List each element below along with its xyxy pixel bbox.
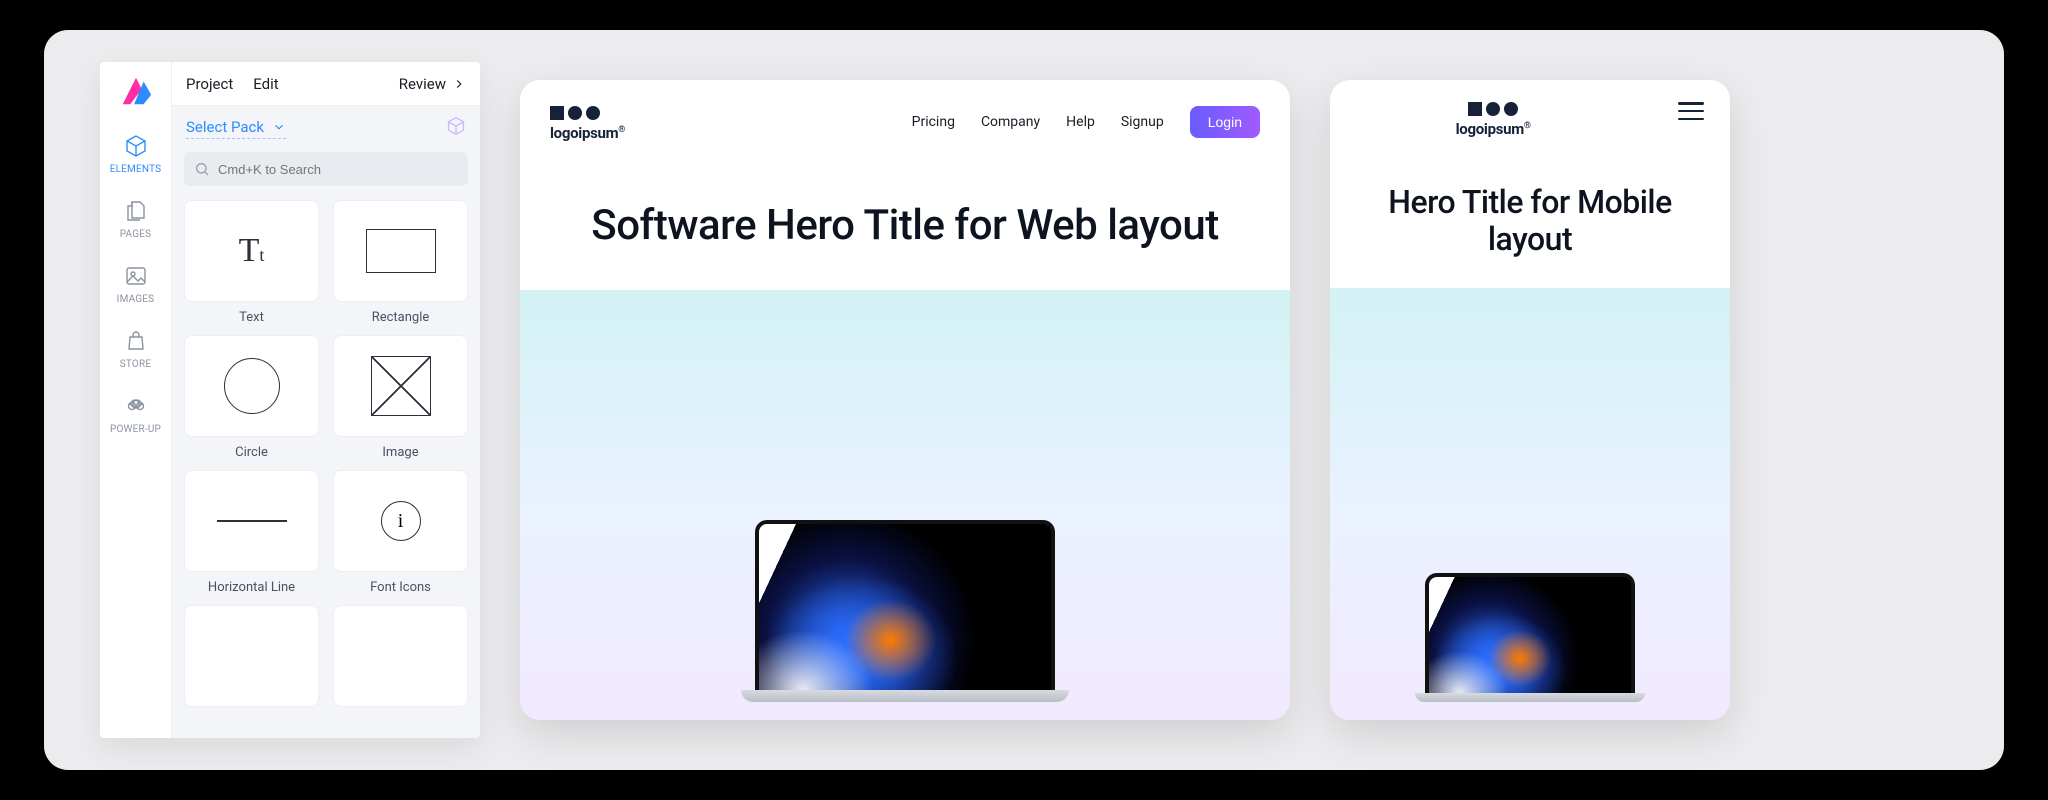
mobile-hero-image bbox=[1330, 288, 1730, 720]
rail-pages[interactable]: PAGES bbox=[100, 187, 171, 252]
web-hero-title: Software Hero Title for Web layout bbox=[520, 142, 1290, 290]
rail-powerup[interactable]: POWER-UP bbox=[100, 382, 171, 447]
pack-cube-icon[interactable] bbox=[446, 116, 466, 140]
pages-icon bbox=[124, 199, 148, 223]
element-label: Horizontal Line bbox=[208, 580, 295, 595]
login-button[interactable]: Login bbox=[1190, 106, 1260, 138]
web-header: logoipsum® Pricing Company Help Signup L… bbox=[520, 80, 1290, 142]
search-icon bbox=[194, 161, 210, 177]
element-label: Text bbox=[239, 310, 264, 325]
logo-word: logoipsum® bbox=[1456, 120, 1531, 138]
nav-company[interactable]: Company bbox=[981, 114, 1040, 130]
image-icon bbox=[124, 264, 148, 288]
hamburger-icon[interactable] bbox=[1678, 102, 1704, 120]
search-input[interactable] bbox=[218, 162, 458, 177]
logo-shapes-icon bbox=[550, 106, 600, 120]
rail-images[interactable]: IMAGES bbox=[100, 252, 171, 317]
elements-grid: Tt Text Rectangle Circle Image Hor bbox=[172, 196, 480, 719]
rectangle-glyph-icon bbox=[366, 229, 436, 273]
nav-signup[interactable]: Signup bbox=[1121, 114, 1164, 130]
menu-edit[interactable]: Edit bbox=[253, 75, 278, 93]
elements-panel: Project Edit Review Select Pack bbox=[172, 62, 480, 738]
rail-label: PAGES bbox=[120, 229, 152, 240]
rail-label: STORE bbox=[120, 359, 152, 370]
element-rectangle[interactable]: Rectangle bbox=[333, 200, 468, 325]
element-font-icons[interactable]: i Font Icons bbox=[333, 470, 468, 595]
element-circle[interactable]: Circle bbox=[184, 335, 319, 460]
element-image[interactable]: Image bbox=[333, 335, 468, 460]
rail-label: IMAGES bbox=[117, 294, 155, 305]
line-glyph-icon bbox=[217, 520, 287, 522]
logo: logoipsum® bbox=[550, 106, 625, 142]
element-label: Rectangle bbox=[372, 310, 430, 325]
element-label: Image bbox=[382, 445, 418, 460]
rail-store[interactable]: STORE bbox=[100, 317, 171, 382]
menu-bar: Project Edit Review bbox=[172, 62, 480, 106]
app-logo-icon bbox=[117, 72, 155, 110]
element-horizontal-line[interactable]: Horizontal Line bbox=[184, 470, 319, 595]
rail-label: POWER-UP bbox=[110, 424, 161, 435]
circle-glyph-icon bbox=[224, 358, 280, 414]
info-glyph-icon: i bbox=[381, 501, 421, 541]
chevron-down-icon bbox=[272, 120, 286, 134]
web-nav: Pricing Company Help Signup Login bbox=[912, 106, 1260, 138]
element-placeholder[interactable] bbox=[184, 605, 319, 707]
search-field[interactable] bbox=[184, 152, 468, 186]
logo-shapes-icon bbox=[1468, 102, 1518, 116]
select-pack-label: Select Pack bbox=[186, 118, 264, 136]
panel-head: Select Pack bbox=[172, 106, 480, 148]
editor-window: ELEMENTS PAGES IMAGES STORE bbox=[100, 62, 480, 738]
web-hero-image bbox=[520, 290, 1290, 720]
infinity-icon bbox=[124, 394, 148, 418]
element-placeholder[interactable] bbox=[333, 605, 468, 707]
menu-project[interactable]: Project bbox=[186, 75, 233, 93]
element-label: Font Icons bbox=[370, 580, 431, 595]
laptop-illustration bbox=[755, 520, 1055, 702]
cube-icon bbox=[124, 134, 148, 158]
menu-review-label: Review bbox=[399, 75, 446, 93]
rail-label: ELEMENTS bbox=[110, 164, 162, 175]
menu-review[interactable]: Review bbox=[399, 75, 466, 93]
text-glyph-icon: Tt bbox=[239, 232, 265, 270]
mobile-hero-title: Hero Title for Mobile layout bbox=[1330, 138, 1730, 288]
nav-pricing[interactable]: Pricing bbox=[912, 114, 955, 130]
logo: logoipsum® bbox=[1456, 102, 1531, 138]
laptop-illustration bbox=[1425, 573, 1635, 702]
select-pack-dropdown[interactable]: Select Pack bbox=[186, 118, 286, 139]
mobile-header: logoipsum® bbox=[1330, 80, 1730, 138]
logo-word: logoipsum® bbox=[550, 124, 625, 142]
element-label: Circle bbox=[235, 445, 268, 460]
app-stage: ELEMENTS PAGES IMAGES STORE bbox=[44, 30, 2004, 770]
mobile-preview-canvas[interactable]: logoipsum® Hero Title for Mobile layout bbox=[1330, 80, 1730, 720]
chevron-right-icon bbox=[452, 77, 466, 91]
tool-rail: ELEMENTS PAGES IMAGES STORE bbox=[100, 62, 172, 738]
element-text[interactable]: Tt Text bbox=[184, 200, 319, 325]
image-glyph-icon bbox=[371, 356, 431, 416]
web-preview-canvas[interactable]: logoipsum® Pricing Company Help Signup L… bbox=[520, 80, 1290, 720]
bag-icon bbox=[124, 329, 148, 353]
rail-elements[interactable]: ELEMENTS bbox=[100, 122, 171, 187]
nav-help[interactable]: Help bbox=[1066, 114, 1095, 130]
